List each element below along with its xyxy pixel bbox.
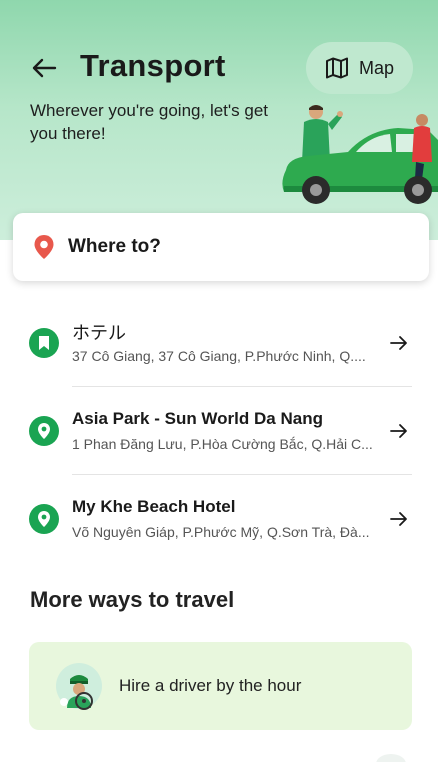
back-button[interactable] (24, 50, 64, 86)
bookmark-icon (29, 328, 59, 358)
back-arrow-icon (32, 58, 57, 78)
location-pin-icon (29, 504, 59, 534)
map-icon (325, 57, 348, 79)
saved-places-list: ホテル 37 Cô Giang, 37 Cô Giang, P.Phước Ni… (0, 299, 438, 563)
page-subtitle: Wherever you're going, let's get you the… (30, 101, 268, 143)
location-pin-icon (29, 416, 59, 446)
place-name: My Khe Beach Hotel (72, 497, 236, 516)
arrow-right-icon (390, 336, 407, 350)
place-address: 1 Phan Đăng Lưu, P.Hòa Cường Bắc, Q.Hải … (72, 436, 372, 452)
place-name: ホテル (72, 323, 126, 343)
place-address: 37 Cô Giang, 37 Cô Giang, P.Phước Ninh, … (72, 348, 366, 364)
chauffeur-icon (56, 663, 102, 710)
more-ways-heading: More ways to travel (30, 587, 235, 612)
saved-place-my-khe-beach-hotel[interactable]: My Khe Beach Hotel Võ Nguyên Giáp, P.Phư… (0, 475, 438, 563)
saved-place-hotel[interactable]: ホテル 37 Cô Giang, 37 Cô Giang, P.Phước Ni… (0, 299, 438, 387)
where-to-label: Where to? (68, 236, 161, 257)
place-name: Asia Park - Sun World Da Nang (72, 409, 323, 428)
place-address: Võ Nguyên Giáp, P.Phước Mỹ, Q.Sơn Trà, Đ… (72, 524, 370, 540)
map-button[interactable]: Map (306, 42, 413, 94)
hire-driver-card[interactable]: Hire a driver by the hour (29, 642, 412, 730)
next-card-peek (376, 754, 406, 762)
arrow-right-icon (390, 424, 407, 438)
header: Transport Wherever you're going, let's g… (0, 0, 438, 240)
page-title: Transport (80, 48, 226, 83)
car-driver-illustration (282, 105, 438, 204)
saved-place-asia-park[interactable]: Asia Park - Sun World Da Nang 1 Phan Đăn… (0, 387, 438, 475)
destination-pin-icon (33, 234, 55, 260)
arrow-right-icon (390, 512, 407, 526)
where-to-search[interactable]: Where to? (13, 213, 429, 281)
hire-driver-label: Hire a driver by the hour (119, 676, 302, 695)
map-button-label: Map (358, 57, 394, 78)
